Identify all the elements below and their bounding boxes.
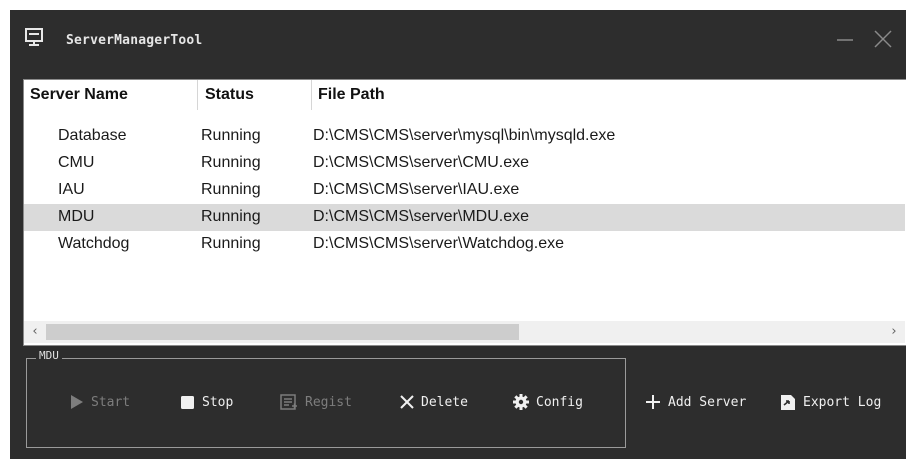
column-header-file-path[interactable]: File Path	[318, 86, 385, 104]
delete-button[interactable]: Delete	[400, 392, 468, 412]
add-server-button-label: Add Server	[668, 394, 747, 410]
scroll-left-icon[interactable]: ‹	[27, 323, 43, 341]
scroll-right-icon[interactable]: ›	[886, 323, 902, 341]
stop-button[interactable]: Stop	[180, 392, 233, 412]
close-icon[interactable]	[872, 28, 894, 50]
table-row[interactable]: CMU Running D:\CMS\CMS\server\CMU.exe	[24, 150, 905, 177]
start-button[interactable]: Start	[70, 392, 130, 412]
regist-button-label: Regist	[305, 394, 352, 410]
group-label: MDU	[36, 349, 62, 362]
export-log-button-label: Export Log	[803, 394, 882, 410]
server-list[interactable]: Server Name Status File Path Database Ru…	[23, 79, 906, 346]
stop-button-label: Stop	[202, 394, 234, 410]
table-row[interactable]: Database Running D:\CMS\CMS\server\mysql…	[24, 123, 905, 150]
status-cell: Running	[201, 181, 261, 198]
file-path-cell: D:\CMS\CMS\server\MDU.exe	[313, 208, 530, 225]
status-cell: Running	[201, 154, 261, 171]
column-header-status[interactable]: Status	[205, 86, 254, 104]
scrollbar-thumb[interactable]	[46, 324, 519, 340]
file-path-cell: D:\CMS\CMS\server\Watchdog.exe	[313, 235, 565, 252]
status-cell: Running	[201, 127, 261, 144]
title-bar[interactable]: ServerManagerTool	[10, 10, 906, 78]
gear-icon	[513, 394, 529, 410]
column-header-server-name[interactable]: Server Name	[30, 86, 128, 104]
table-row-selected[interactable]: MDU Running D:\CMS\CMS\server\MDU.exe	[24, 204, 905, 231]
export-icon	[781, 394, 795, 410]
play-icon	[71, 395, 83, 409]
table-row[interactable]: Watchdog Running D:\CMS\CMS\server\Watch…	[24, 231, 905, 258]
file-path-cell: D:\CMS\CMS\server\CMU.exe	[313, 154, 530, 171]
stop-icon	[181, 395, 194, 409]
file-path-cell: D:\CMS\CMS\server\IAU.exe	[313, 181, 520, 198]
export-log-button[interactable]: Export Log	[780, 392, 881, 412]
add-server-button[interactable]: Add Server	[645, 392, 746, 412]
server-name-cell: MDU	[58, 208, 95, 225]
minimize-icon[interactable]	[834, 28, 856, 50]
file-path-cell: D:\CMS\CMS\server\mysql\bin\mysqld.exe	[313, 127, 616, 144]
start-button-label: Start	[91, 394, 131, 410]
plus-icon	[646, 395, 660, 409]
regist-button[interactable]: Regist	[280, 392, 352, 412]
regist-icon	[280, 394, 297, 410]
config-button-label: Config	[536, 394, 583, 410]
column-divider[interactable]	[197, 80, 198, 110]
monitor-icon	[25, 28, 43, 46]
server-name-cell: CMU	[58, 154, 95, 171]
horizontal-scrollbar[interactable]: ‹ ›	[24, 321, 905, 343]
column-divider[interactable]	[311, 80, 312, 110]
config-button[interactable]: Config	[513, 392, 583, 412]
server-manager-window: ServerManagerTool Server Name Status Fil…	[10, 10, 906, 459]
table-row[interactable]: IAU Running D:\CMS\CMS\server\IAU.exe	[24, 177, 905, 204]
window-title: ServerManagerTool	[66, 33, 203, 48]
server-name-cell: Watchdog	[58, 235, 130, 252]
server-name-cell: Database	[58, 127, 127, 144]
status-cell: Running	[201, 208, 261, 225]
server-name-cell: IAU	[58, 181, 85, 198]
status-cell: Running	[201, 235, 261, 252]
x-icon	[400, 395, 414, 409]
delete-button-label: Delete	[421, 394, 468, 410]
